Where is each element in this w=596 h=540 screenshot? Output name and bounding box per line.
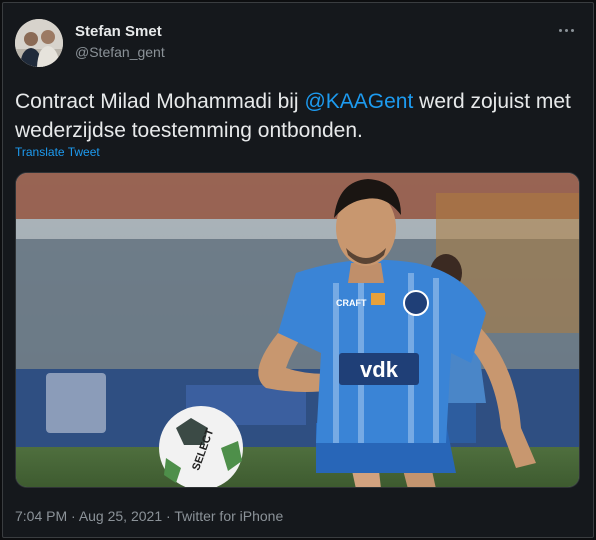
jersey-sponsor-text: vdk	[360, 357, 399, 382]
mention-link[interactable]: @KAAGent	[304, 90, 413, 113]
tweet-source[interactable]: Twitter for iPhone	[174, 508, 283, 524]
photo-illustration: vdk CRAFT SELECT	[16, 173, 579, 487]
tweet-date[interactable]: Aug 25, 2021	[79, 508, 162, 524]
tweet-text-before: Contract Milad Mohammadi bij	[15, 90, 305, 113]
jersey-brand-text: CRAFT	[336, 298, 367, 308]
tweet-meta: 7:04 PM · Aug 25, 2021 · Twitter for iPh…	[15, 508, 283, 524]
author-handle[interactable]: @Stefan_gent	[75, 44, 165, 60]
more-options-icon[interactable]	[555, 21, 577, 39]
tweet-text: Contract Milad Mohammadi bij @KAAGent we…	[15, 87, 575, 145]
tweet-card: Stefan Smet @Stefan_gent Contract Milad …	[2, 2, 594, 538]
author-name[interactable]: Stefan Smet	[75, 23, 162, 40]
meta-separator: ·	[67, 508, 79, 524]
tweet-time[interactable]: 7:04 PM	[15, 508, 67, 524]
meta-separator-2: ·	[162, 508, 175, 524]
avatar[interactable]	[15, 19, 63, 67]
translate-tweet-link[interactable]: Translate Tweet	[15, 145, 100, 159]
tweet-photo[interactable]: vdk CRAFT SELECT	[15, 172, 580, 488]
